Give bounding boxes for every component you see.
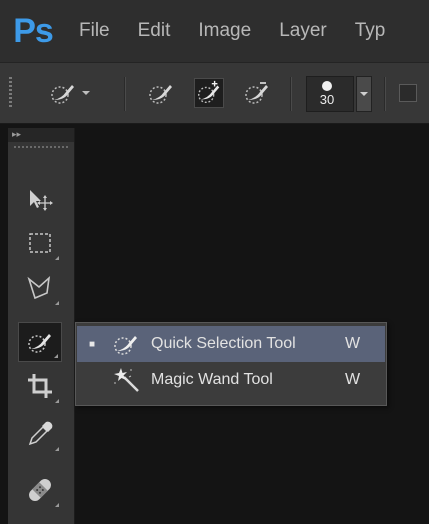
marquee-icon xyxy=(29,233,51,253)
subtract-from-selection-icon xyxy=(245,82,268,104)
brush-size-dropdown[interactable] xyxy=(356,76,372,112)
new-selection-icon xyxy=(149,85,172,104)
add-to-selection-icon xyxy=(198,80,220,104)
magic-wand-icon xyxy=(114,368,139,392)
tools-panel-collapse[interactable]: ▸▸ xyxy=(8,128,74,142)
brush-size-picker[interactable]: 30 xyxy=(306,76,354,112)
brush-size-value: 30 xyxy=(319,92,335,107)
photoshop-logo: Ps xyxy=(13,11,54,50)
menu-image[interactable]: Image xyxy=(185,20,266,42)
flyout-item-quick-selection[interactable]: ■ Quick Selection Tool W xyxy=(77,326,385,362)
selected-bullet: ■ xyxy=(88,338,96,350)
menu-edit[interactable]: Edit xyxy=(125,20,186,42)
quick-selection-tool[interactable] xyxy=(18,322,62,362)
options-bar-grip[interactable] xyxy=(9,77,12,109)
menu-type[interactable]: Typ xyxy=(342,20,401,42)
tools-panel: ▸▸ xyxy=(8,128,75,524)
flyout-item-magic-wand[interactable]: Magic Wand Tool W xyxy=(77,362,385,398)
polygonal-lasso-icon xyxy=(27,275,51,300)
flyout-item-shortcut: W xyxy=(345,371,361,388)
move-icon xyxy=(30,190,53,211)
tools-panel-grip[interactable] xyxy=(14,146,68,148)
flyout-item-label: Magic Wand Tool xyxy=(151,371,273,388)
crop-tool[interactable] xyxy=(18,366,62,406)
rectangular-marquee-tool[interactable] xyxy=(18,223,62,263)
healing-brush-tool[interactable] xyxy=(18,470,62,510)
lasso-tool[interactable] xyxy=(18,268,62,308)
menu-bar: Ps File Edit Image Layer Typ xyxy=(0,0,429,62)
subtract-from-selection-button[interactable] xyxy=(242,78,272,108)
quick-selection-icon xyxy=(114,336,137,355)
quick-selection-icon xyxy=(28,334,51,353)
crop-icon xyxy=(28,374,52,398)
brush-tip-icon xyxy=(322,81,332,91)
menu-layer[interactable]: Layer xyxy=(266,20,342,42)
selection-tools-flyout: ■ Quick Selection Tool W Magic Wand Tool… xyxy=(75,322,387,406)
menu-file[interactable]: File xyxy=(66,20,125,42)
quick-selection-icon xyxy=(51,85,90,104)
eyedropper-tool[interactable] xyxy=(18,414,62,454)
flyout-item-shortcut: W xyxy=(345,335,361,352)
eyedropper-icon xyxy=(28,421,53,446)
move-tool[interactable] xyxy=(18,178,62,218)
bandage-icon xyxy=(29,479,51,501)
options-bar: 30 xyxy=(0,62,429,124)
new-selection-button[interactable] xyxy=(146,78,176,108)
sample-all-layers-checkbox[interactable] xyxy=(399,84,417,102)
flyout-item-label: Quick Selection Tool xyxy=(151,335,296,352)
tool-preset-picker[interactable] xyxy=(44,78,92,108)
add-to-selection-button[interactable] xyxy=(194,78,224,108)
chevron-down-icon xyxy=(360,92,368,96)
